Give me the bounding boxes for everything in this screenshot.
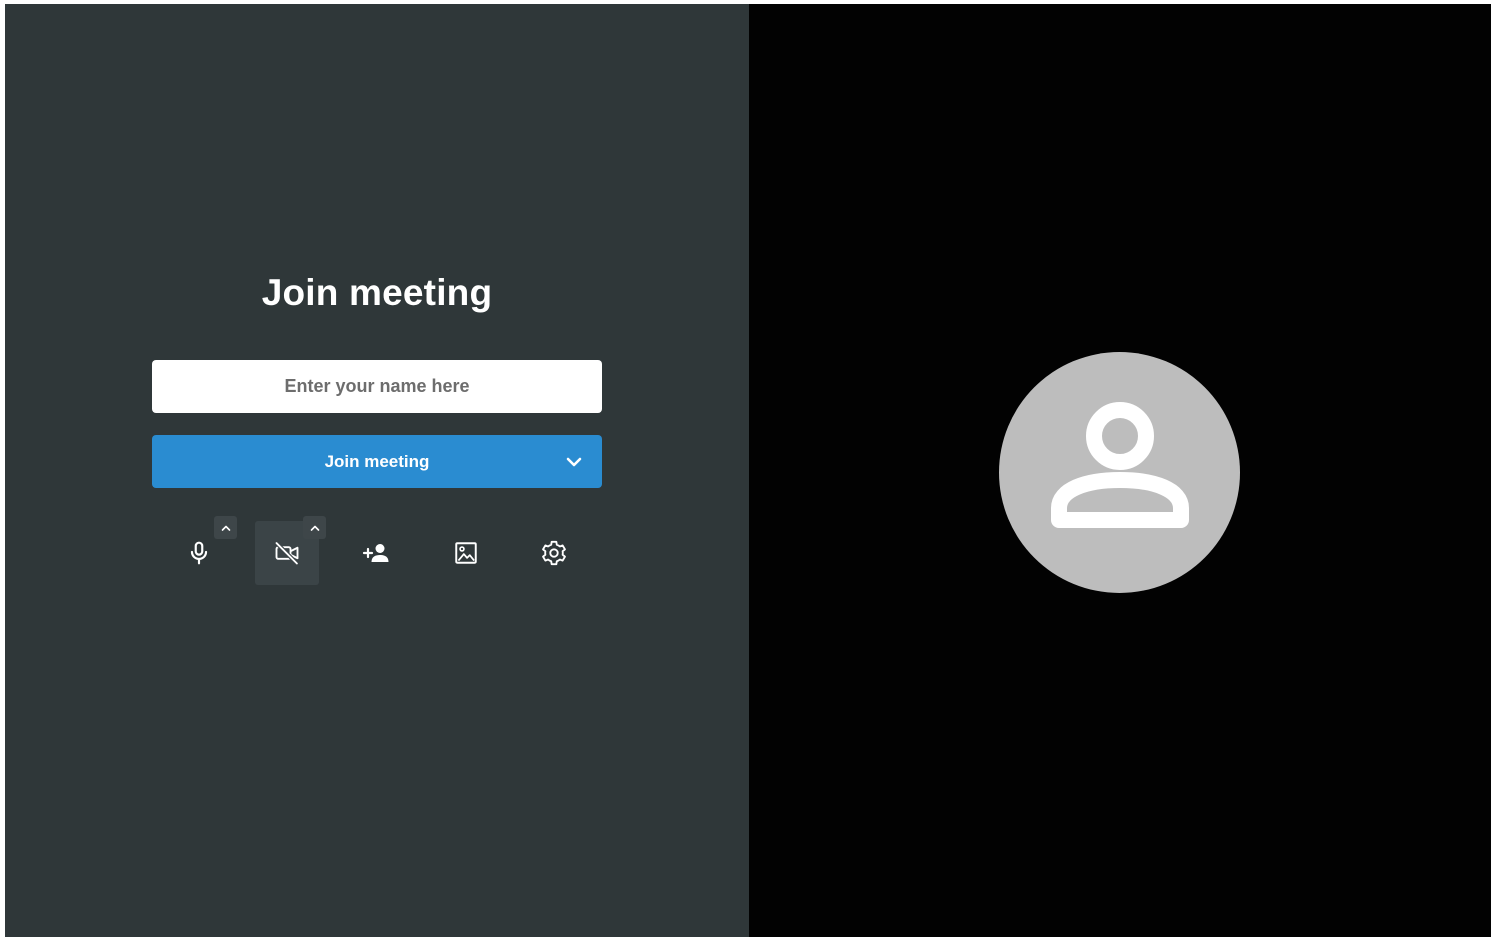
invite-button[interactable]	[345, 521, 409, 585]
video-off-icon	[275, 541, 299, 565]
chevron-up-icon	[221, 525, 230, 531]
name-input[interactable]	[152, 360, 602, 413]
person-icon	[1050, 401, 1189, 528]
camera-options-button[interactable]	[303, 516, 326, 539]
background-button[interactable]	[434, 521, 498, 585]
gear-icon	[542, 540, 566, 566]
add-person-icon	[362, 544, 389, 562]
chevron-down-icon[interactable]	[564, 452, 584, 472]
join-meeting-label: Join meeting	[324, 452, 430, 471]
microphone-options-button[interactable]	[214, 516, 237, 539]
settings-button[interactable]	[522, 521, 586, 585]
avatar	[999, 352, 1240, 593]
chevron-up-icon	[310, 525, 319, 531]
prejoin-panel: Join meeting Join meeting	[5, 4, 749, 937]
image-icon	[455, 542, 477, 564]
prejoin-screen: Join meeting Join meeting	[5, 4, 1491, 937]
video-preview	[749, 4, 1491, 937]
join-meeting-button[interactable]: Join meeting	[152, 435, 602, 488]
microphone-icon	[190, 541, 208, 565]
page-title: Join meeting	[261, 272, 493, 313]
